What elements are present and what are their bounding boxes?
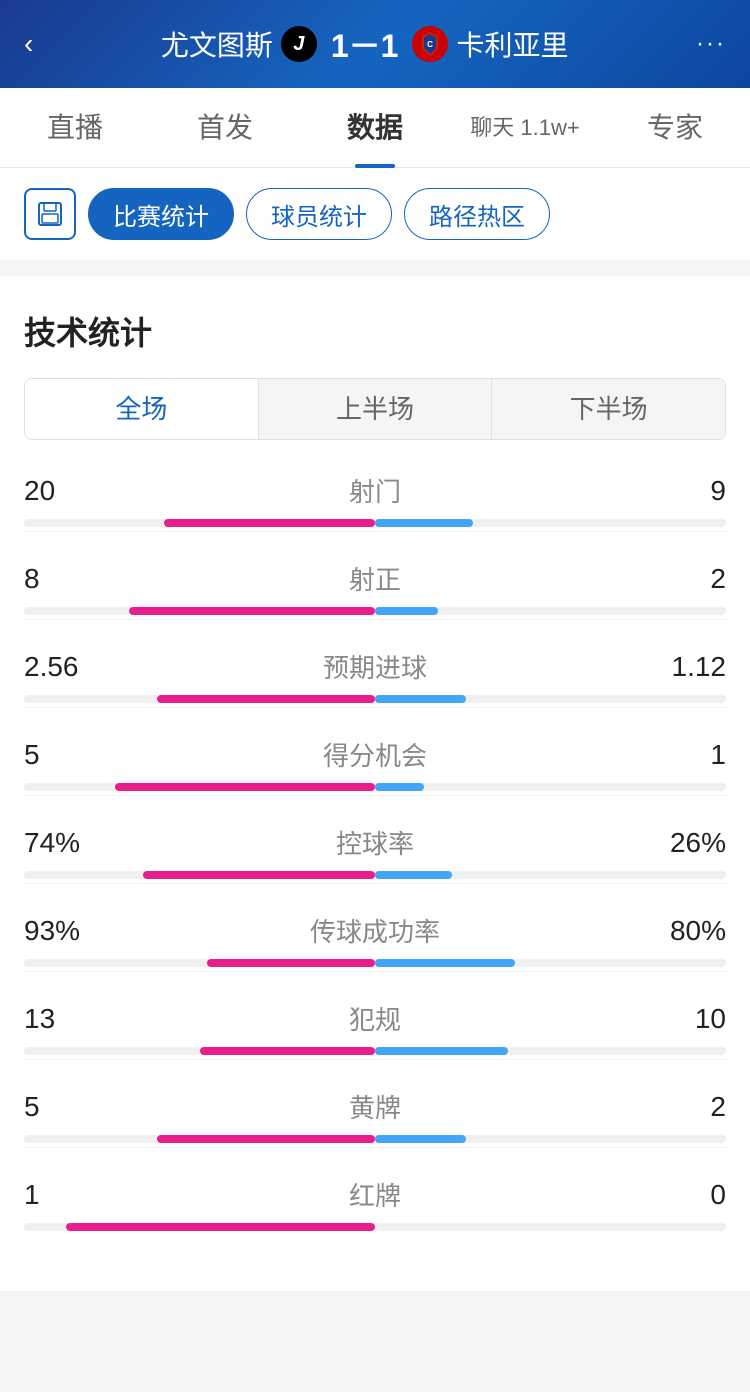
nav-tabs: 直播 首发 数据 聊天 1.1w+ 专家 — [0, 88, 750, 168]
stat-row: 20 射门 9 — [24, 472, 726, 532]
stat-left-value: 5 — [24, 739, 104, 771]
stat-bar-right — [375, 607, 438, 615]
stat-bar-track — [24, 1135, 726, 1143]
back-button[interactable]: ‹ — [24, 28, 33, 60]
stat-bar-left — [129, 607, 375, 615]
stat-bar-right — [375, 1135, 466, 1143]
match-title: 尤文图斯 J 1－1 C 卡利亚里 — [161, 21, 569, 67]
stat-bar-right — [375, 959, 515, 967]
stat-label: 黄牌 — [104, 1088, 646, 1125]
juventus-badge: J — [281, 26, 317, 62]
stat-right-value: 80% — [646, 915, 726, 947]
tab-live[interactable]: 直播 — [0, 88, 150, 168]
stat-right-value: 1.12 — [646, 651, 726, 683]
stat-right-value: 10 — [646, 1003, 726, 1035]
stat-left-value: 1 — [24, 1179, 104, 1211]
stat-bar-track — [24, 607, 726, 615]
period-tab-second-half[interactable]: 下半场 — [492, 379, 725, 439]
header: ‹ 尤文图斯 J 1－1 C 卡利亚里 ··· — [0, 0, 750, 88]
stat-right-value: 2 — [646, 563, 726, 595]
stat-label: 红牌 — [104, 1176, 646, 1213]
tab-chat[interactable]: 聊天 1.1w+ — [450, 88, 600, 168]
stat-bar-left — [200, 1047, 376, 1055]
stat-bar-right — [375, 871, 452, 879]
stat-bar-track — [24, 871, 726, 879]
match-score: 1－1 — [331, 21, 399, 67]
stat-left-value: 13 — [24, 1003, 104, 1035]
stat-row: 5 得分机会 1 — [24, 736, 726, 796]
stat-bar-left — [157, 695, 375, 703]
stat-row: 2.56 预期进球 1.12 — [24, 648, 726, 708]
cagliari-badge: C — [412, 26, 448, 62]
stat-right-value: 2 — [646, 1091, 726, 1123]
stats-container: 20 射门 9 8 射正 2 2.56 预期进球 1.12 5 — [24, 472, 726, 1231]
stat-left-value: 93% — [24, 915, 104, 947]
stat-row: 1 红牌 0 — [24, 1176, 726, 1231]
stat-left-value: 8 — [24, 563, 104, 595]
stat-row: 5 黄牌 2 — [24, 1088, 726, 1148]
stat-bar-left — [66, 1223, 375, 1231]
save-icon[interactable] — [24, 188, 76, 240]
stat-label: 射正 — [104, 560, 646, 597]
sub-tab-player-stats[interactable]: 球员统计 — [246, 188, 392, 240]
stat-bar-track — [24, 1223, 726, 1231]
stat-bar-track — [24, 695, 726, 703]
stat-left-value: 20 — [24, 475, 104, 507]
stat-bar-track — [24, 783, 726, 791]
stat-left-value: 2.56 — [24, 651, 104, 683]
svg-text:C: C — [428, 40, 434, 49]
stat-bar-left — [157, 1135, 375, 1143]
stat-label: 传球成功率 — [104, 912, 646, 949]
stat-right-value: 9 — [646, 475, 726, 507]
stat-row: 13 犯规 10 — [24, 1000, 726, 1060]
stat-bar-right — [375, 695, 466, 703]
away-team-name: 卡利亚里 — [456, 24, 568, 64]
stat-label: 得分机会 — [104, 736, 646, 773]
stat-bar-left — [164, 519, 375, 527]
stat-label: 控球率 — [104, 824, 646, 861]
stat-right-value: 0 — [646, 1179, 726, 1211]
stat-bar-right — [375, 1047, 508, 1055]
stat-label: 预期进球 — [104, 648, 646, 685]
stat-right-value: 26% — [646, 827, 726, 859]
stat-bar-track — [24, 519, 726, 527]
tab-data[interactable]: 数据 — [300, 88, 450, 168]
sub-tabs-bar: 比赛统计 球员统计 路径热区 — [0, 168, 750, 260]
section-title: 技术统计 — [24, 308, 726, 354]
period-tab-first-half[interactable]: 上半场 — [259, 379, 493, 439]
stat-bar-right — [375, 519, 473, 527]
stat-row: 8 射正 2 — [24, 560, 726, 620]
stat-left-value: 5 — [24, 1091, 104, 1123]
stat-bar-track — [24, 1047, 726, 1055]
tab-expert[interactable]: 专家 — [600, 88, 750, 168]
stat-left-value: 74% — [24, 827, 104, 859]
sub-tab-match-stats[interactable]: 比赛统计 — [88, 188, 234, 240]
stat-bar-right — [375, 783, 424, 791]
stat-label: 射门 — [104, 472, 646, 509]
stat-bar-track — [24, 959, 726, 967]
stat-bar-left — [115, 783, 375, 791]
more-options-button[interactable]: ··· — [696, 30, 726, 58]
home-team-name: 尤文图斯 — [161, 24, 273, 64]
tab-lineup[interactable]: 首发 — [150, 88, 300, 168]
period-tabs: 全场 上半场 下半场 — [24, 378, 726, 440]
main-content: 技术统计 全场 上半场 下半场 20 射门 9 8 射正 2 2.56 预期进球 — [0, 276, 750, 1291]
stat-row: 93% 传球成功率 80% — [24, 912, 726, 972]
sub-tab-heatmap[interactable]: 路径热区 — [404, 188, 550, 240]
stat-bar-left — [143, 871, 375, 879]
period-tab-full[interactable]: 全场 — [25, 379, 259, 439]
stat-bar-left — [207, 959, 375, 967]
stat-right-value: 1 — [646, 739, 726, 771]
stat-label: 犯规 — [104, 1000, 646, 1037]
stat-row: 74% 控球率 26% — [24, 824, 726, 884]
